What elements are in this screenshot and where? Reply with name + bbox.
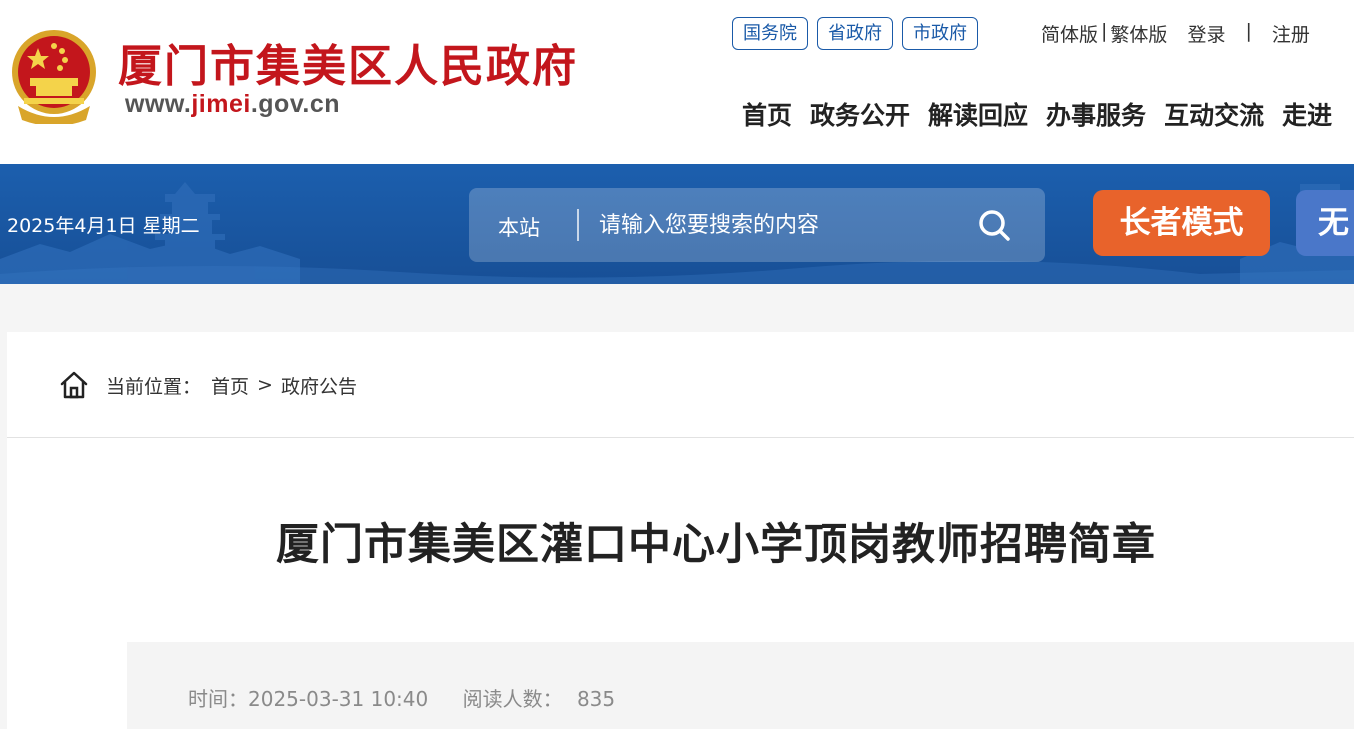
national-emblem-icon[interactable]: [8, 28, 100, 124]
traditional-chinese-link[interactable]: 繁体版: [1110, 20, 1167, 47]
current-date: 2025年4月1日 星期二: [7, 215, 200, 237]
nav-government-affairs[interactable]: 政务公开: [810, 96, 910, 132]
url-suffix: .gov.cn: [250, 90, 341, 118]
breadcrumb: 当前位置： 首页 > 政府公告: [59, 370, 357, 400]
city-gov-link[interactable]: 市政府: [902, 17, 978, 50]
search-icon[interactable]: [975, 206, 1015, 246]
nav-interpretation[interactable]: 解读回应: [928, 96, 1028, 132]
breadcrumb-separator: >: [257, 374, 273, 396]
publish-time-label: 时间：: [188, 687, 248, 711]
nav-about[interactable]: 走进: [1282, 96, 1332, 132]
nav-services[interactable]: 办事服务: [1046, 96, 1146, 132]
site-title[interactable]: 厦门市集美区人民政府: [118, 30, 578, 94]
nav-home[interactable]: 首页: [742, 96, 792, 132]
breadcrumb-announcements-link[interactable]: 政府公告: [281, 372, 357, 399]
breadcrumb-home-link[interactable]: 首页: [211, 372, 249, 399]
login-link[interactable]: 登录: [1187, 20, 1225, 47]
views-label: 阅读人数：: [462, 687, 563, 711]
site-url: www.jimei.gov.cn: [125, 90, 340, 119]
url-accent: jimei: [191, 90, 251, 118]
banner: 2025年4月1日 星期二 本站 长者模式 无: [0, 164, 1354, 284]
state-council-link[interactable]: 国务院: [732, 17, 808, 50]
search-scope-select[interactable]: 本站: [498, 212, 540, 242]
article-container: 当前位置： 首页 > 政府公告 厦门市集美区灌口中心小学顶岗教师招聘简章 时间：…: [7, 332, 1354, 729]
top-utility-links: 简体版 | 繁体版 登录 | 注册: [1041, 20, 1310, 47]
url-prefix: www.: [125, 90, 192, 118]
views-value: 835: [576, 687, 616, 711]
breadcrumb-prefix: 当前位置：: [106, 375, 202, 398]
lang-separator: |: [1101, 20, 1108, 42]
gov-links: 国务院 省政府 市政府: [732, 17, 978, 50]
home-icon: [60, 371, 88, 399]
divider: [7, 437, 1354, 438]
article-title: 厦门市集美区灌口中心小学顶岗教师招聘简章: [276, 520, 1156, 570]
accessibility-button[interactable]: 无: [1296, 190, 1354, 256]
meta-text: 时间：2025-03-31 10:40 阅读人数： 835: [188, 683, 615, 712]
main-nav: 首页 政务公开 解读回应 办事服务 互动交流 走进: [742, 96, 1332, 132]
elder-mode-button[interactable]: 长者模式: [1093, 190, 1270, 256]
article-meta: 时间：2025-03-31 10:40 阅读人数： 835: [127, 642, 1354, 729]
nav-interaction[interactable]: 互动交流: [1164, 96, 1264, 132]
publish-time-value: 2025-03-31 10:40: [248, 687, 429, 711]
register-link[interactable]: 注册: [1272, 20, 1310, 47]
search-divider: [577, 209, 579, 241]
search-input[interactable]: [599, 205, 959, 245]
simplified-chinese-link[interactable]: 简体版: [1041, 20, 1098, 47]
provincial-gov-link[interactable]: 省政府: [817, 17, 893, 50]
site-header: 厦门市集美区人民政府 www.jimei.gov.cn 国务院 省政府 市政府 …: [0, 0, 1354, 164]
search-box: 本站: [469, 188, 1045, 262]
